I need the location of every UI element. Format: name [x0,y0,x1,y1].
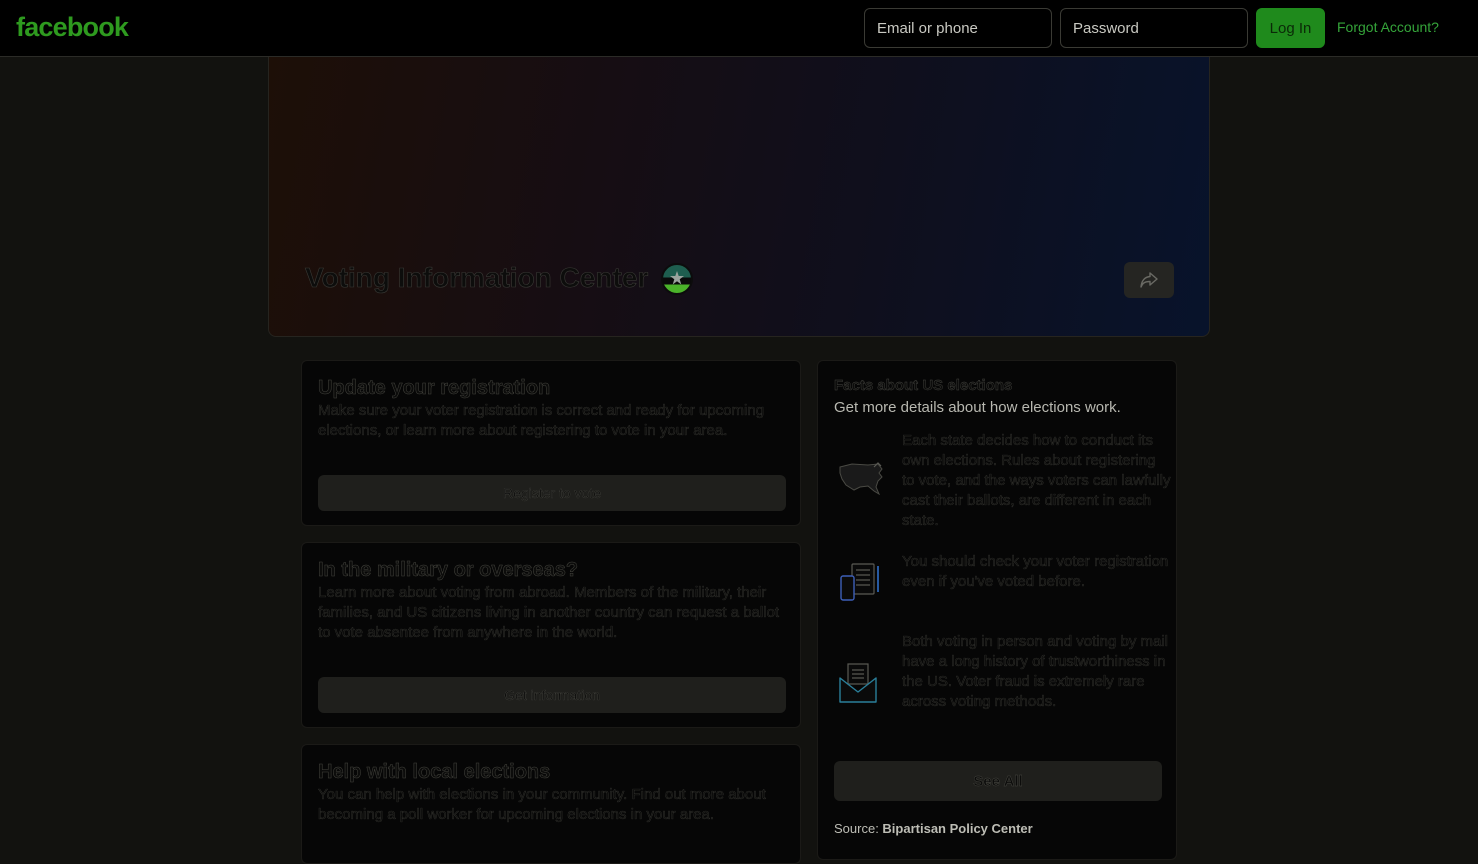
login-button[interactable]: Log In [1256,8,1325,48]
facts-title: Facts about US elections [834,377,1013,394]
card-title: In the military or overseas? [318,559,579,582]
fact-text: Both voting in person and voting by mail… [902,633,1168,710]
facts-panel: Facts about US elections Get more detail… [817,360,1177,860]
register-to-vote-button[interactable]: Register to vote [318,475,786,511]
source-link[interactable]: Bipartisan Policy Center [882,821,1032,836]
mail-ballot-icon [838,662,880,709]
military-overseas-card: In the military or overseas? Learn more … [301,542,801,728]
card-title: Update your registration [318,377,551,400]
share-icon [1140,272,1158,288]
share-button[interactable] [1124,262,1174,298]
cover-banner: Voting Information Center [268,57,1210,337]
card-body: Learn more about voting from abroad. Mem… [318,584,780,641]
facts-subtitle: Get more details about how elections wor… [834,399,1121,416]
get-information-button[interactable]: Get information [318,677,786,713]
source-prefix: Source: [834,821,883,836]
password-input[interactable] [1060,8,1248,48]
registration-card: Update your registration Make sure your … [301,360,801,526]
see-all-button[interactable]: See All [834,761,1162,801]
top-bar: facebook Log In Forgot Account? [0,0,1478,57]
fact-text: Each state decides how to conduct its ow… [902,432,1171,529]
card-body: You can help with elections in your comm… [318,786,766,823]
card-body: Make sure your voter registration is cor… [318,402,765,439]
local-elections-card: Help with local elections You can help w… [301,744,801,864]
verified-badge-icon [661,263,693,295]
us-map-icon [838,461,886,500]
phone-document-icon [838,562,882,607]
fact-text: You should check your voter registration… [902,553,1169,590]
facts-source: Source: Bipartisan Policy Center [834,821,1033,836]
page-title: Voting Information Center [305,262,649,294]
card-title: Help with local elections [318,761,551,784]
facebook-logo[interactable]: facebook [16,12,129,43]
email-input[interactable] [864,8,1052,48]
forgot-account-link[interactable]: Forgot Account? [1337,19,1439,35]
